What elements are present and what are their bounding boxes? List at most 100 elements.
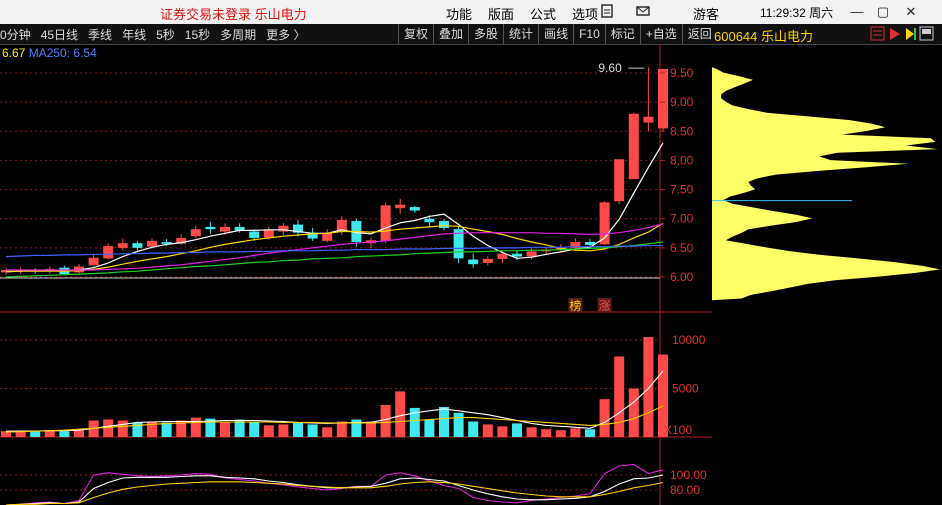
volume-bar xyxy=(395,391,406,437)
volume-bar xyxy=(278,424,289,437)
candle-body xyxy=(88,257,99,266)
moving-average-lines: 9.60 榜 涨 xyxy=(5,61,664,313)
volume-bar xyxy=(263,425,274,437)
candle-body xyxy=(526,251,537,257)
menu-layout[interactable]: 版面 xyxy=(488,4,514,23)
price-tick-label: 8.50 xyxy=(670,124,694,138)
candle-body xyxy=(249,231,260,238)
indicator-line xyxy=(5,481,664,505)
candle-body xyxy=(628,113,639,180)
restore-button[interactable]: ▢ xyxy=(872,2,894,22)
indicator-line xyxy=(5,474,664,505)
volume-bar xyxy=(161,422,172,437)
candle-body xyxy=(132,243,143,248)
volume-bar xyxy=(468,421,479,437)
stock-code: 600644 乐山电力 xyxy=(714,29,813,44)
candle-body xyxy=(220,226,230,232)
volume-bar xyxy=(439,406,449,437)
period-tab[interactable]: 多周期 xyxy=(220,26,256,43)
tool-button-back[interactable]: 返回 xyxy=(681,24,717,44)
volume-bar xyxy=(322,427,333,437)
volume-bar xyxy=(614,356,625,437)
candle-body xyxy=(439,221,449,229)
period-tab[interactable]: 更多 〉 xyxy=(266,26,305,43)
candle-body xyxy=(263,230,274,238)
candle-body xyxy=(395,204,406,209)
indicator-lines xyxy=(5,463,664,505)
indicator-tick-label: 80.00 xyxy=(670,483,700,497)
tool-button-stats[interactable]: 统计 xyxy=(503,24,538,44)
menu-options[interactable]: 选项 xyxy=(572,4,598,23)
candle-body xyxy=(117,243,128,248)
candle-body xyxy=(205,226,216,230)
period-tab[interactable]: 5秒 xyxy=(156,26,175,43)
volume-bar xyxy=(366,421,376,437)
volume-tick-label: 10000 xyxy=(672,333,706,347)
kline-chart[interactable]: 9.60 榜 涨 9.50 9.00 8.50 8.00 7.50 7.00 6.50 6.00 1… xyxy=(0,44,712,505)
clock: 11:29:32 周六 xyxy=(760,6,834,20)
panel-icons[interactable] xyxy=(870,26,934,42)
mail-icon[interactable] xyxy=(635,3,651,19)
volume-bar xyxy=(307,424,318,437)
main-menu: 功能 版面 公式 选项 xyxy=(446,4,598,23)
tool-button-multi[interactable]: 多股 xyxy=(468,24,503,44)
volume-bar xyxy=(336,421,347,437)
candle-body xyxy=(190,229,201,237)
tool-button-overlay[interactable]: 叠加 xyxy=(433,24,468,44)
tag-label: 榜 xyxy=(569,298,581,313)
tool-button-adjust[interactable]: 复权 xyxy=(398,24,433,44)
volume-bar xyxy=(585,429,595,437)
candle-body xyxy=(482,258,493,264)
volume-bars xyxy=(1,337,668,437)
volume-bar xyxy=(512,423,522,437)
period-tabs: 0分钟 45日线 季线 年线 5秒 15秒 多周期 更多 〉 xyxy=(0,26,305,43)
volume-bar xyxy=(30,431,41,437)
volume-bar xyxy=(249,422,260,437)
candle-body xyxy=(658,68,668,129)
candle-body xyxy=(409,207,420,211)
menu-function[interactable]: 功能 xyxy=(446,4,472,23)
tool-button-mark[interactable]: 标记 xyxy=(604,24,640,44)
candle-body xyxy=(512,253,522,257)
price-tick-label: 6.00 xyxy=(670,270,694,284)
volume-bar xyxy=(643,337,654,437)
chip-distribution xyxy=(712,67,940,301)
tool-buttons: 复权 叠加 多股 统计 画线 F10 标记 +自选 返回 xyxy=(398,24,717,44)
chip-shape xyxy=(712,67,940,301)
volume-bar xyxy=(599,399,610,437)
candle-body xyxy=(147,240,157,247)
price-tick-label: 9.00 xyxy=(670,95,694,109)
volume-bar xyxy=(380,404,391,437)
chart-toolbar: 0分钟 45日线 季线 年线 5秒 15秒 多周期 更多 〉 复权 叠加 多股 … xyxy=(0,24,942,45)
period-tab[interactable]: 45日线 xyxy=(41,26,78,43)
period-tab[interactable]: 15秒 xyxy=(185,26,210,43)
notebook-icon[interactable] xyxy=(599,3,615,19)
candle-body xyxy=(424,218,435,223)
period-tab[interactable]: 0分钟 xyxy=(0,26,31,43)
period-tab[interactable]: 季线 xyxy=(88,26,112,43)
minimize-button[interactable]: — xyxy=(846,2,868,22)
menu-formula[interactable]: 公式 xyxy=(530,4,556,23)
price-tick-label: 8.00 xyxy=(670,153,694,167)
volume-bar xyxy=(526,427,537,437)
tool-button-f10[interactable]: F10 xyxy=(573,24,605,44)
chip-profile xyxy=(712,67,940,301)
title-bar: 证券交易未登录 乐山电力 功能 版面 公式 选项 游客 11:29:32 周六 … xyxy=(0,0,942,25)
volume-bar xyxy=(424,419,435,437)
volume-bar xyxy=(74,430,84,437)
tool-button-watchlist[interactable]: +自选 xyxy=(639,24,682,44)
guest-label[interactable]: 游客 xyxy=(693,4,719,23)
price-tick-label: 9.50 xyxy=(670,66,694,80)
close-button[interactable]: ✕ xyxy=(900,2,922,22)
price-tick-label: 7.00 xyxy=(670,212,694,226)
volume-bar xyxy=(570,428,581,437)
period-tab[interactable]: 年线 xyxy=(122,26,146,43)
volume-bar xyxy=(293,422,303,437)
price-tick-label: 6.50 xyxy=(670,241,694,255)
tool-button-draw[interactable]: 画线 xyxy=(538,24,573,44)
volume-bar xyxy=(541,429,552,437)
volume-bar xyxy=(117,420,128,437)
volume-bar xyxy=(628,388,639,437)
volume-bar xyxy=(59,431,70,437)
volume-bar xyxy=(555,430,566,437)
